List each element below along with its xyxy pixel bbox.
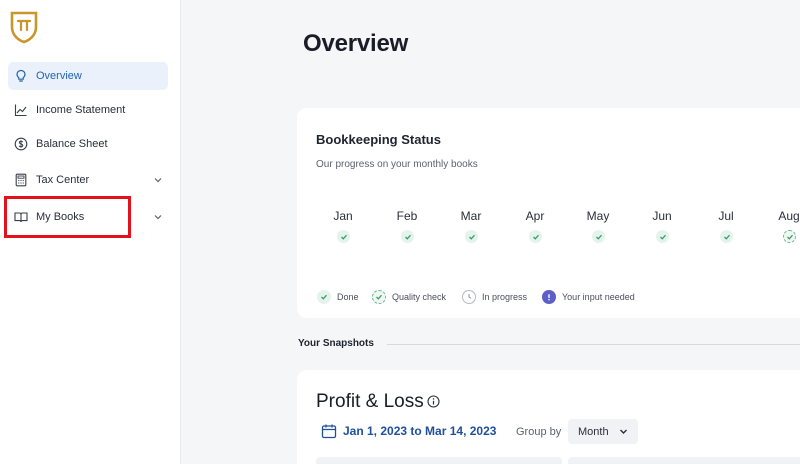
sidebar-item-label: Overview [36,70,82,82]
legend-label: Your input needed [562,292,635,302]
sidebar-item-label: Tax Center [36,174,90,186]
open-book-icon [14,210,28,224]
exclamation-icon [542,290,556,304]
done-check-icon[interactable] [337,230,350,243]
legend-in-progress: In progress [462,290,527,304]
chevron-down-icon[interactable] [152,174,164,186]
summary-tile [568,457,800,464]
legend-input-needed: Your input needed [542,290,635,304]
sidebar-item-income-statement[interactable]: Income Statement [8,96,168,124]
sidebar: Overview Income Statement Balance Sheet … [0,0,181,464]
sidebar-item-overview[interactable]: Overview [8,62,168,90]
profit-loss-title: Profit & Loss [316,391,424,412]
card-subtitle: Our progress on your monthly books [316,159,478,170]
profit-loss-card: Profit & Loss Jan 1, 2023 to Mar 14, 202… [297,370,800,464]
group-by-label: Group by [516,426,562,438]
group-by-select[interactable]: Month [568,419,638,444]
calendar-icon [321,424,337,439]
month-label: Aug [778,209,800,223]
chevron-down-icon [620,429,627,434]
sidebar-item-balance-sheet[interactable]: Balance Sheet [8,130,168,158]
done-check-icon [317,290,331,304]
sidebar-item-label: Income Statement [36,104,126,116]
legend-label: In progress [482,292,528,302]
done-check-icon[interactable] [720,230,733,243]
legend-label: Quality check [392,292,447,302]
chevron-down-icon[interactable] [152,211,164,223]
line-chart-icon [14,103,28,117]
shield-logo-icon[interactable] [9,10,39,44]
quality-check-icon [372,290,386,304]
snapshots-divider [387,344,800,345]
quality-check-icon[interactable] [783,230,796,243]
lightbulb-icon [14,69,28,83]
done-check-icon[interactable] [656,230,669,243]
bookkeeping-status-card: Bookkeeping Status Our progress on your … [297,108,800,318]
month-label: Feb [396,209,418,223]
done-check-icon[interactable] [529,230,542,243]
snapshots-heading: Your Snapshots [298,338,374,349]
sidebar-item-my-books[interactable]: My Books [8,203,168,231]
calculator-icon [14,173,28,187]
month-label: Apr [525,209,545,223]
info-icon[interactable] [427,395,440,408]
legend-quality-check: Quality check [372,290,446,304]
sidebar-item-label: Balance Sheet [36,138,108,150]
page-title: Overview [303,30,409,57]
clock-icon [462,290,476,304]
legend-done: Done [317,290,359,304]
done-check-icon[interactable] [465,230,478,243]
group-by-value: Month [578,425,609,438]
card-title: Bookkeeping Status [316,132,441,147]
date-range-label: Jan 1, 2023 to Mar 14, 2023 [343,424,497,438]
month-label: Mar [460,209,482,223]
sidebar-item-label: My Books [36,211,85,223]
done-check-icon[interactable] [401,230,414,243]
done-check-icon[interactable] [592,230,605,243]
month-label: May [586,209,610,223]
legend-label: Done [337,292,359,302]
summary-tile [316,457,562,464]
dollar-circle-icon [14,137,28,151]
date-range-picker[interactable]: Jan 1, 2023 to Mar 14, 2023 [321,423,496,439]
sidebar-item-tax-center[interactable]: Tax Center [8,166,168,194]
month-label: Jan [333,209,353,223]
month-label: Jul [718,209,734,223]
month-label: Jun [652,209,672,223]
